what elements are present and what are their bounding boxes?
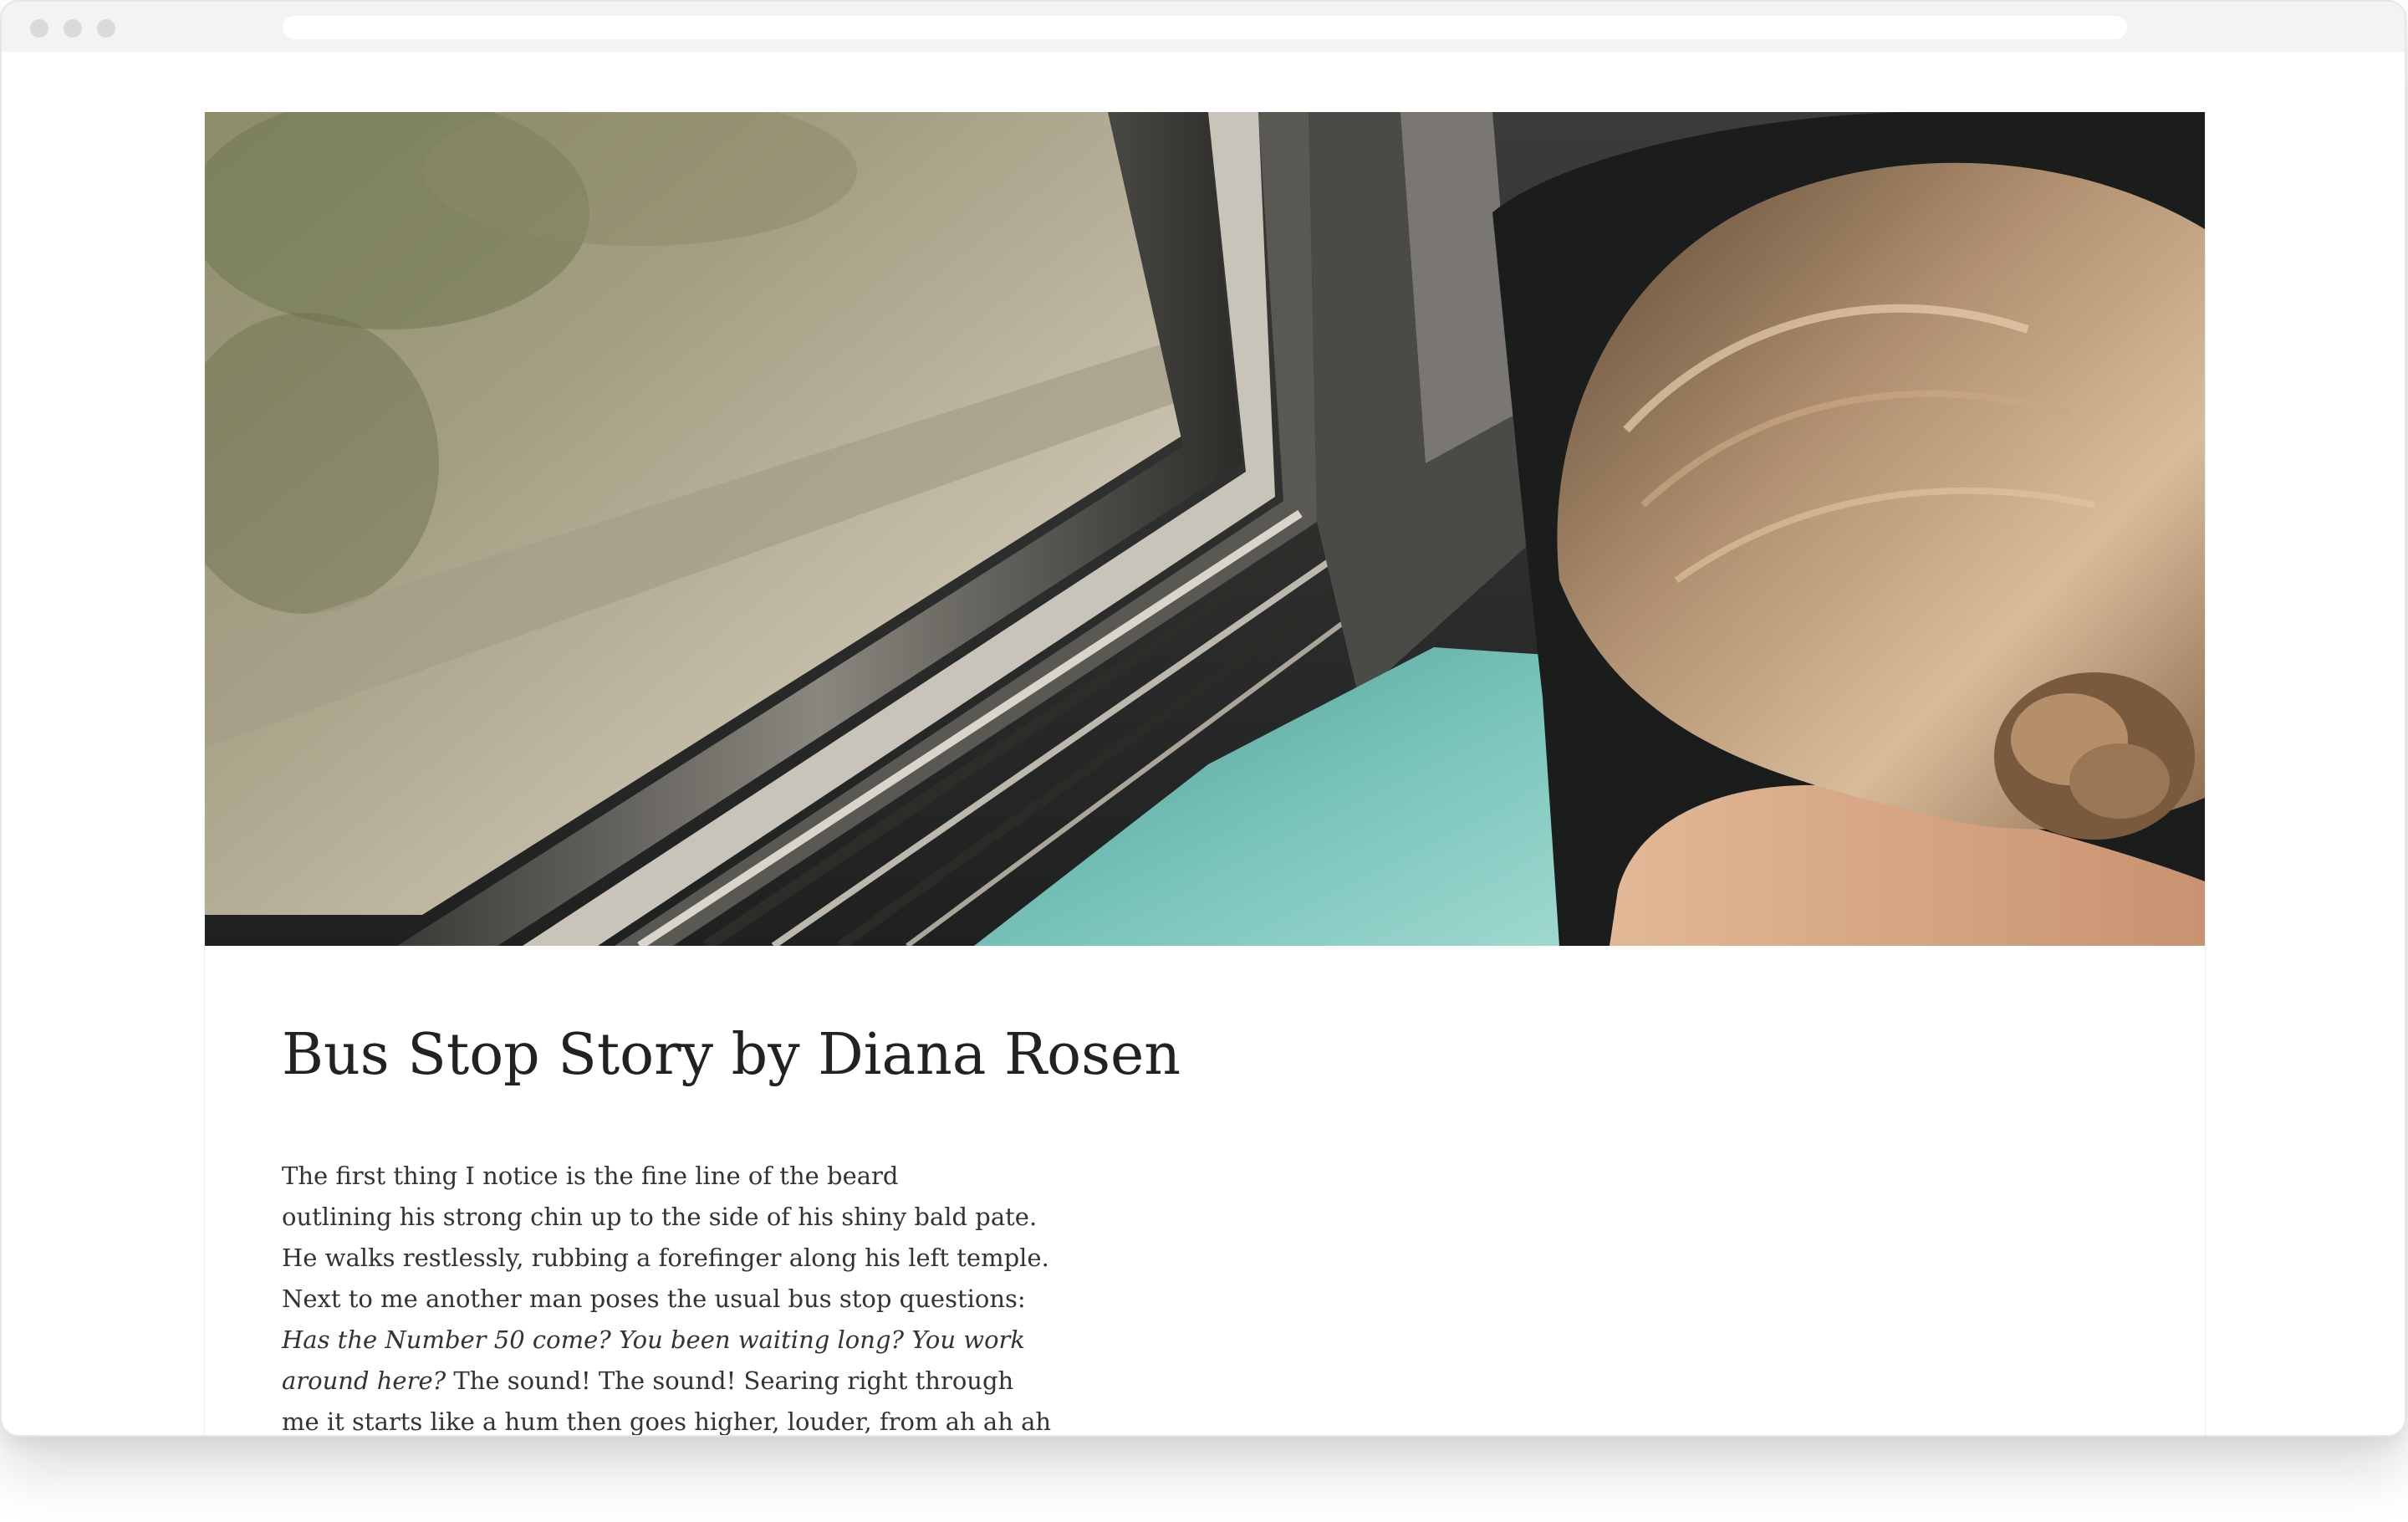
poem-italic-text: Has the Number 50 come? You been waiting…	[282, 1325, 1025, 1354]
minimize-window-dot[interactable]	[64, 19, 82, 38]
hero-photo	[205, 112, 2205, 946]
post-title: Bus Stop Story by Diana Rosen	[282, 1022, 1181, 1088]
hero-image	[205, 112, 2205, 946]
poem-body: The first thing I notice is the fine lin…	[282, 1156, 1285, 1436]
poem-line: outlining his strong chin up to the side…	[282, 1203, 1038, 1231]
poem-line: around here? The sound! The sound! Seari…	[282, 1366, 1014, 1395]
poem-line: Has the Number 50 come? You been waiting…	[282, 1320, 1285, 1361]
browser-window: Bus Stop Story by Diana Rosen The first …	[0, 0, 2406, 1437]
browser-toolbar	[2, 2, 2405, 53]
page-content: Bus Stop Story by Diana Rosen The first …	[2, 52, 2405, 1435]
poem-line: Next to me another man poses the usual b…	[282, 1285, 1026, 1313]
poem-italic-text: around here?	[282, 1366, 446, 1395]
close-window-dot[interactable]	[30, 19, 48, 38]
maximize-window-dot[interactable]	[97, 19, 115, 38]
article: Bus Stop Story by Diana Rosen The first …	[204, 112, 2206, 1436]
poem-line: He walks restlessly, rubbing a forefinge…	[282, 1244, 1049, 1272]
screenshot-stage: Bus Stop Story by Diana Rosen The first …	[0, 0, 2408, 1522]
poem-line: me it starts like a hum then goes higher…	[282, 1407, 1052, 1436]
poem-line: The first thing I notice is the fine lin…	[282, 1162, 899, 1190]
address-bar[interactable]	[283, 16, 2127, 39]
